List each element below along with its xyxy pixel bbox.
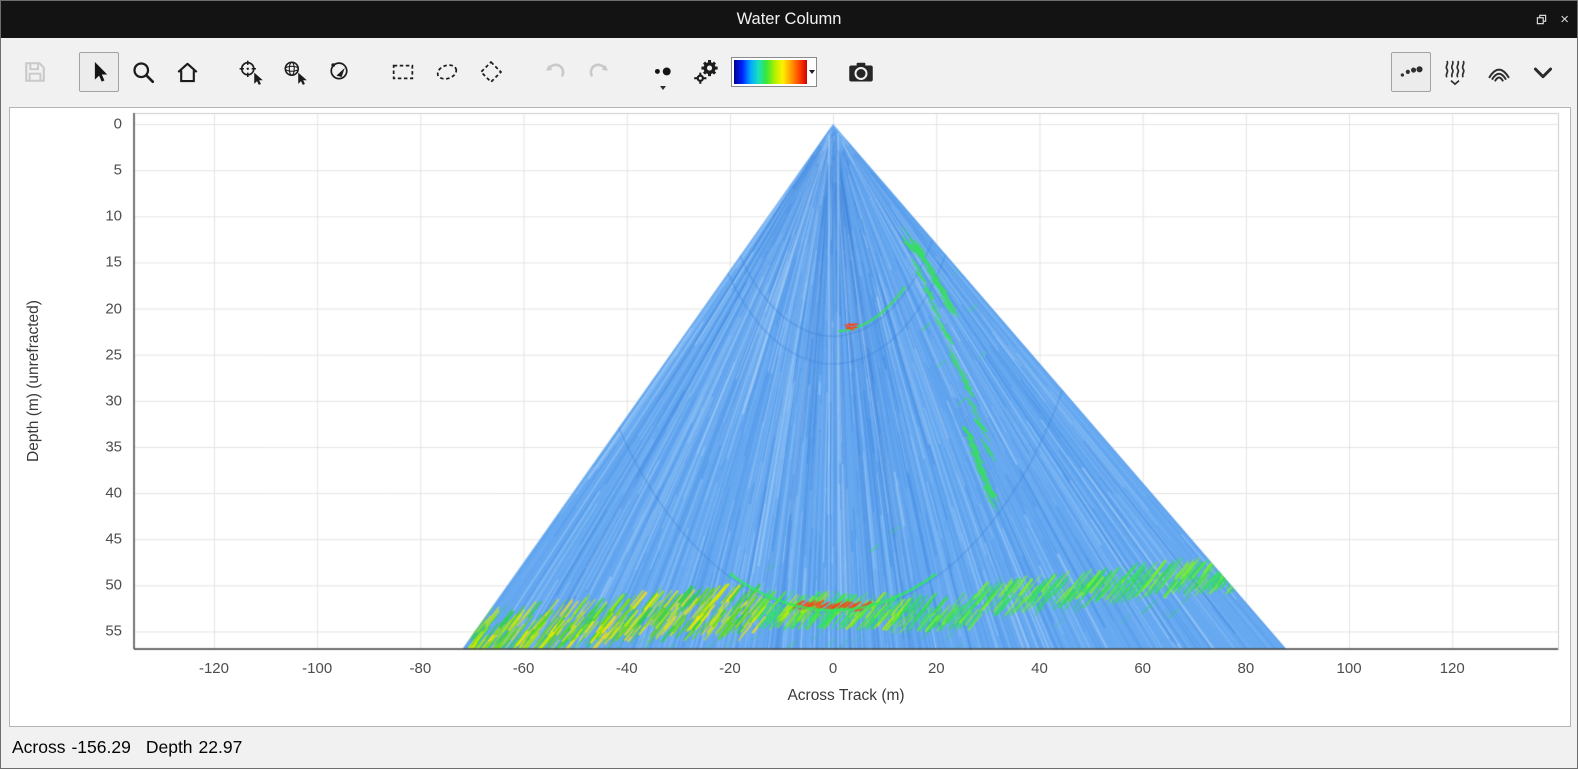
y-tick-label: 30 — [105, 392, 122, 409]
y-axis-label: Depth (m) (unrefracted) — [25, 300, 43, 462]
gear-icon — [692, 57, 722, 87]
x-tick-label: 80 — [1238, 660, 1255, 677]
swipe-tool-button[interactable] — [319, 52, 359, 92]
point-size-icon — [649, 58, 677, 86]
y-tick-label: 50 — [105, 577, 122, 594]
titlebar: Water Column × — [1, 1, 1577, 38]
redo-icon — [585, 58, 613, 86]
rectangle-select-icon — [389, 58, 417, 86]
swipe-icon — [325, 58, 353, 86]
beam-pick-tool-button[interactable] — [231, 52, 271, 92]
x-tick-label: 120 — [1440, 660, 1465, 677]
status-depth-label: Depth — [146, 737, 193, 758]
settings-button[interactable] — [687, 52, 727, 92]
points-view-button[interactable] — [1391, 52, 1431, 92]
x-tick-label: -80 — [410, 660, 432, 677]
close-icon[interactable]: × — [1560, 12, 1569, 27]
status-across-value: -156.29 — [71, 737, 130, 758]
lasso-select-button[interactable] — [427, 52, 467, 92]
fan-scroll-icon — [1441, 57, 1469, 87]
home-icon — [174, 59, 201, 86]
x-tick-label: -40 — [616, 660, 638, 677]
y-tick-label: 10 — [105, 208, 122, 225]
undo-icon — [541, 58, 569, 86]
magnifier-icon — [130, 59, 157, 86]
stacked-arcs-icon — [1485, 58, 1513, 86]
save-icon — [21, 58, 49, 86]
snapshot-button[interactable] — [841, 52, 881, 92]
x-tick-label: 0 — [829, 660, 837, 677]
points-view-icon — [1397, 58, 1425, 86]
x-axis-label: Across Track (m) — [787, 687, 904, 705]
toolbar — [1, 38, 1577, 106]
fan-scroll-button[interactable] — [1435, 52, 1475, 92]
status-across-label: Across — [12, 737, 65, 758]
pointer-tool-button[interactable] — [79, 52, 119, 92]
collapse-toolbar-button[interactable] — [1523, 52, 1563, 92]
x-tick-label: 100 — [1337, 660, 1362, 677]
zoom-tool-button[interactable] — [123, 52, 163, 92]
lasso-select-icon — [433, 58, 461, 86]
x-tick-label: -100 — [302, 660, 332, 677]
sphere-pick-icon — [281, 58, 309, 86]
x-tick-label: -20 — [719, 660, 741, 677]
x-tick-label: -120 — [199, 660, 229, 677]
y-tick-label: 0 — [114, 116, 122, 133]
status-bar: Across -156.29 Depth 22.97 — [1, 726, 1577, 768]
redo-button[interactable] — [579, 52, 619, 92]
x-tick-label: 60 — [1134, 660, 1151, 677]
colormap-gradient — [734, 60, 807, 84]
y-tick-label: 15 — [105, 254, 122, 271]
titlebar-buttons: × — [1535, 1, 1569, 38]
stacked-view-button[interactable] — [1479, 52, 1519, 92]
pointer-icon — [86, 59, 112, 85]
y-tick-label: 45 — [105, 531, 122, 548]
beam-pick-icon — [237, 58, 265, 86]
y-tick-label: 5 — [114, 162, 122, 179]
sphere-pick-tool-button[interactable] — [275, 52, 315, 92]
status-depth-value: 22.97 — [199, 737, 243, 758]
chevron-down-icon — [1529, 58, 1557, 86]
undo-button[interactable] — [535, 52, 575, 92]
x-tick-label: 20 — [928, 660, 945, 677]
polygon-select-icon — [477, 58, 505, 86]
y-tick-label: 35 — [105, 438, 122, 455]
home-view-button[interactable] — [167, 52, 207, 92]
rectangle-select-button[interactable] — [383, 52, 423, 92]
float-window-icon[interactable] — [1535, 13, 1548, 26]
sonar-fan-plot[interactable] — [10, 108, 1570, 726]
dropdown-caret-icon — [660, 86, 666, 90]
y-tick-label: 55 — [105, 623, 122, 640]
window-title: Water Column — [737, 10, 842, 29]
float-window-icon — [1535, 13, 1548, 26]
x-tick-label: 40 — [1031, 660, 1048, 677]
x-tick-label: -60 — [513, 660, 535, 677]
colormap-dropdown-icon — [809, 70, 815, 74]
polygon-select-button[interactable] — [471, 52, 511, 92]
water-column-window: Water Column × — [0, 0, 1578, 769]
y-tick-label: 20 — [105, 300, 122, 317]
colormap-selector[interactable] — [731, 57, 817, 87]
point-size-button[interactable] — [643, 52, 683, 92]
save-button[interactable] — [15, 52, 55, 92]
water-column-plot-panel: Depth (m) (unrefracted) Across Track (m)… — [9, 107, 1571, 727]
y-tick-label: 25 — [105, 346, 122, 363]
camera-icon — [846, 57, 876, 87]
y-tick-label: 40 — [105, 485, 122, 502]
